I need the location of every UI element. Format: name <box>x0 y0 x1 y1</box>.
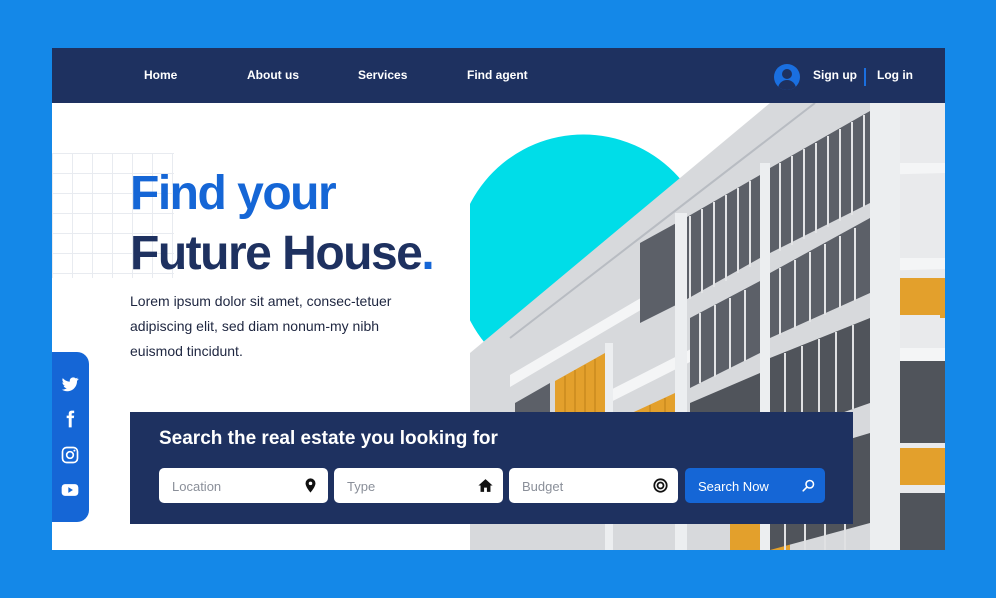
facebook-icon[interactable] <box>60 409 80 429</box>
hero-title-line-2: Future House. <box>130 226 435 281</box>
top-navbar: Home About us Services Find agent Sign u… <box>52 48 945 103</box>
hero-title-text: Future House <box>130 227 423 280</box>
budget-placeholder: Budget <box>522 479 564 494</box>
search-title: Search the real estate you looking for <box>159 428 498 449</box>
coin-icon <box>653 478 668 493</box>
nav-home[interactable]: Home <box>144 68 177 82</box>
search-icon <box>802 479 815 492</box>
nav-about-us[interactable]: About us <box>247 68 299 82</box>
nav-services[interactable]: Services <box>358 68 407 82</box>
nav-divider <box>864 68 866 86</box>
home-icon <box>478 479 493 492</box>
location-placeholder: Location <box>172 479 222 494</box>
search-now-button[interactable]: Search Now <box>685 468 825 503</box>
login-link[interactable]: Log in <box>877 68 913 82</box>
user-icon[interactable] <box>774 64 800 90</box>
signup-link[interactable]: Sign up <box>813 68 857 82</box>
hero-title-dot: . <box>421 227 434 280</box>
search-panel: Search the real estate you looking for L… <box>130 412 853 524</box>
instagram-icon[interactable] <box>60 445 80 465</box>
map-pin-icon <box>305 478 316 493</box>
hero-description: Lorem ipsum dolor sit amet, consec-tetue… <box>130 293 392 359</box>
twitter-icon[interactable] <box>60 374 80 394</box>
type-field[interactable]: Type <box>334 468 503 503</box>
hero-title-line-1: Find your <box>130 167 337 220</box>
budget-field[interactable]: Budget <box>509 468 678 503</box>
search-now-label: Search Now <box>698 479 769 494</box>
youtube-icon[interactable] <box>60 480 80 500</box>
nav-find-agent[interactable]: Find agent <box>467 68 528 82</box>
location-field[interactable]: Location <box>159 468 328 503</box>
type-placeholder: Type <box>347 479 376 494</box>
social-sidebar <box>52 352 89 522</box>
landing-page: Home About us Services Find agent Sign u… <box>52 48 945 550</box>
